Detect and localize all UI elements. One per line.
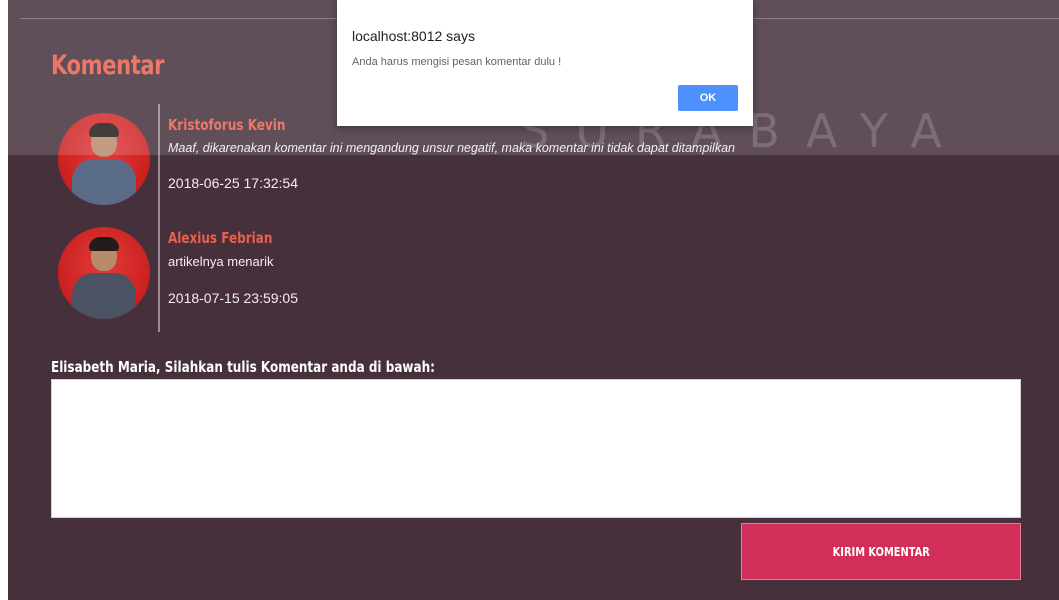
submit-comment-label: KIRIM KOMENTAR xyxy=(832,544,930,559)
comment-text: Maaf, dikarenakan komentar ini mengandun… xyxy=(168,141,735,155)
dialog-ok-button[interactable]: OK xyxy=(678,85,738,111)
submit-comment-button[interactable]: KIRIM KOMENTAR xyxy=(741,523,1021,580)
comment-author: Alexius Febrian xyxy=(168,229,273,247)
dialog-message: Anda harus mengisi pesan komentar dulu ! xyxy=(352,56,562,68)
comment-prompt-label: Elisabeth Maria, Silahkan tulis Komentar… xyxy=(51,358,435,376)
section-title: Komentar xyxy=(51,50,165,81)
avatar-hair xyxy=(89,123,119,137)
avatar xyxy=(58,113,150,205)
comment-author: Kristoforus Kevin xyxy=(168,116,286,134)
comment-text: artikelnya menarik xyxy=(168,254,274,269)
comment-date: 2018-06-25 17:32:54 xyxy=(168,175,298,191)
avatar-body xyxy=(72,273,136,319)
avatar xyxy=(58,227,150,319)
comment-textarea[interactable] xyxy=(51,379,1021,518)
avatar-body xyxy=(72,159,136,205)
comment-date: 2018-07-15 23:59:05 xyxy=(168,290,298,306)
avatar-hair xyxy=(89,237,119,251)
comments-divider xyxy=(158,104,160,332)
alert-dialog: localhost:8012 says Anda harus mengisi p… xyxy=(337,0,753,126)
dialog-title: localhost:8012 says xyxy=(352,28,475,44)
